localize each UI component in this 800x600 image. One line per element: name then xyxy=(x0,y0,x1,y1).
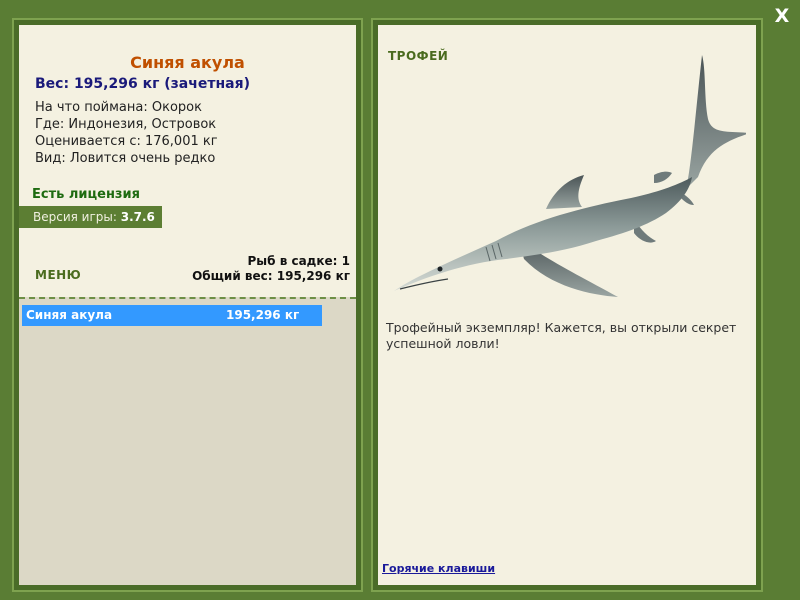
license-status: Есть лицензия xyxy=(32,187,140,202)
fish-bait: На что поймана: Окорок xyxy=(35,100,202,115)
version-label: Версия игры: xyxy=(33,210,117,224)
fish-name: Синяя акула xyxy=(130,53,245,72)
trophy-inner: ТРОФЕЙ Трофейный экземпляр! Кажется, вы … xyxy=(378,25,756,585)
version-value: 3.7.6 xyxy=(120,210,155,224)
fish-weight: Вес: 195,296 кг (зачетная) xyxy=(35,76,250,92)
fish-location: Где: Индонезия, Островок xyxy=(35,117,217,132)
list-item-name: Синяя акула xyxy=(26,308,113,322)
keepnet-list: Синяя акула 195,296 кг xyxy=(19,297,356,585)
trophy-description: Трофейный экземпляр! Кажется, вы открыли… xyxy=(386,320,737,351)
menu-button[interactable]: МЕНЮ xyxy=(35,268,81,282)
version-badge: Версия игры: 3.7.6 xyxy=(19,206,162,228)
fish-info-inner: Синяя акула Вес: 195,296 кг (зачетная) Н… xyxy=(19,25,356,585)
list-item[interactable]: Синяя акула 195,296 кг xyxy=(22,305,322,326)
keepnet-count: Рыб в садке: 1 xyxy=(247,254,351,268)
trophy-panel: ТРОФЕЙ Трофейный экземпляр! Кажется, вы … xyxy=(371,18,763,592)
close-button[interactable]: X xyxy=(771,5,793,27)
keepnet-total-weight: Общий вес: 195,296 кг xyxy=(192,269,350,283)
list-item-weight: 195,296 кг xyxy=(226,308,300,322)
fish-valued-from: Оценивается с: 176,001 кг xyxy=(35,134,218,149)
fish-info-panel: Синяя акула Вес: 195,296 кг (зачетная) Н… xyxy=(12,18,363,592)
hotkeys-link[interactable]: Горячие клавиши xyxy=(382,562,495,575)
fish-rarity: Вид: Ловится очень редко xyxy=(35,151,216,166)
blue-shark-illustration xyxy=(394,55,746,297)
